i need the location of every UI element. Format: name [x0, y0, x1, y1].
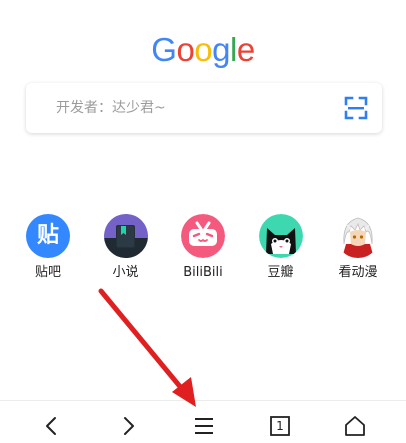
novel-icon[interactable]	[103, 214, 148, 258]
shortcut-label: 贴吧	[34, 265, 61, 280]
logo-letter: o	[176, 31, 195, 68]
search-placeholder[interactable]: 开发者：达少君~	[56, 97, 166, 119]
shortcut-label: 豆瓣	[267, 265, 294, 280]
bottom-toolbar: 1	[0, 400, 406, 443]
shortcut-bilibili[interactable]: BiliBili	[169, 214, 237, 284]
anime-character-icon[interactable]	[336, 214, 380, 258]
shortcut-label: 看动漫	[338, 265, 378, 280]
search-box[interactable]: 开发者：达少君~	[26, 83, 382, 133]
logo-letter: g	[212, 31, 231, 68]
logo-letter: G	[151, 31, 177, 68]
tab-count: 1	[276, 419, 284, 433]
logo-letter: o	[194, 31, 213, 68]
shortcut-grid: 贴 贴吧 小说 BiliBili 豆瓣 看动漫	[14, 214, 392, 284]
shortcut-label: BiliBili	[183, 265, 223, 280]
back-icon[interactable]	[40, 414, 64, 438]
shortcut-novel[interactable]: 小说	[92, 214, 160, 284]
google-logo: Google	[0, 28, 406, 72]
tieba-icon[interactable]: 贴	[26, 214, 70, 258]
home-icon[interactable]	[343, 414, 367, 438]
tieba-icon-glyph: 贴	[36, 223, 59, 248]
forward-icon[interactable]	[116, 414, 140, 438]
shortcut-tieba[interactable]: 贴 贴吧	[14, 214, 82, 284]
shortcut-douban[interactable]: 豆瓣	[247, 214, 315, 284]
bilibili-icon[interactable]	[181, 214, 225, 258]
browser-home-page: Google 开发者：达少君~ 贴 贴吧 小说 BiliBili 豆瓣 看动漫 …	[0, 0, 406, 443]
douban-cat-icon[interactable]	[258, 214, 303, 258]
shortcut-anime[interactable]: 看动漫	[324, 214, 392, 284]
tabs-button[interactable]: 1	[268, 414, 292, 438]
shortcut-label: 小说	[112, 265, 139, 280]
logo-letter: e	[236, 31, 255, 68]
menu-icon[interactable]	[192, 414, 216, 438]
logo-letter: l	[230, 31, 237, 68]
scan-qr-icon[interactable]	[344, 96, 368, 120]
